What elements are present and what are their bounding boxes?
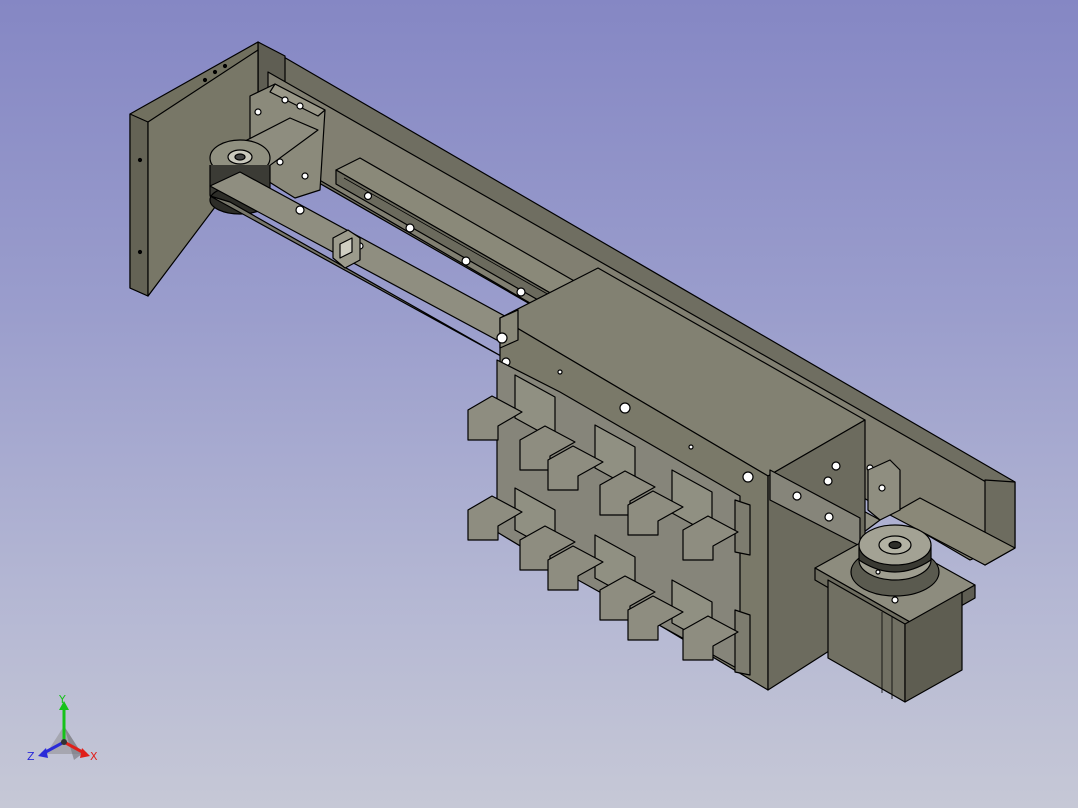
axis-triad: Y X Z — [24, 694, 104, 770]
z-axis-label: Z — [27, 750, 35, 763]
x-axis-label: X — [90, 750, 98, 763]
3d-viewport[interactable]: Y X Z — [0, 0, 1078, 808]
y-axis-label: Y — [59, 693, 66, 706]
end-stop-bracket[interactable] — [867, 459, 901, 521]
linear-actuator-model[interactable] — [0, 0, 1078, 808]
